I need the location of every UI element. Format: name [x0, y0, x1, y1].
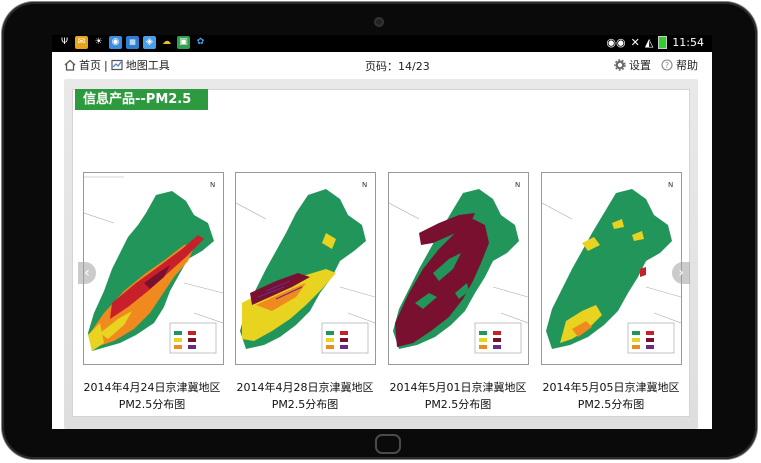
pm25-map-image: N — [83, 176, 224, 354]
svg-text:?: ? — [665, 61, 669, 70]
map-card[interactable]: N — [388, 172, 529, 365]
battery-icon — [658, 36, 668, 49]
tablet-frame: Ψ ✉ ☀ ◉ ▦ ◈ ☁ ▣ ✿ ◉◉ ✕ ◭ 11:54 首页 | 地图工具… — [2, 2, 757, 459]
map-caption: 2014年4月24日京津冀地区 PM2.5分布图 — [67, 379, 237, 413]
caption-line-1: 2014年5月05日京津冀地区 — [542, 381, 680, 394]
home-label: 首页 — [79, 59, 101, 72]
pm25-map-image: N — [388, 181, 529, 354]
map-caption: 2014年4月28日京津冀地区 PM2.5分布图 — [220, 379, 390, 413]
app-toolbar: 首页 | 地图工具 页码：14/23 设置 ? 帮助 — [52, 52, 712, 76]
svg-text:N: N — [668, 181, 673, 189]
next-page-button[interactable]: › — [672, 262, 690, 284]
toolbar-left: 首页 | 地图工具 — [64, 57, 170, 73]
caption-line-1: 2014年4月24日京津冀地区 — [83, 381, 221, 394]
content-area: 信息产品--PM2.5 N 2014年4月24日京津冀地区 PM2.5分布图 N… — [64, 79, 698, 429]
chevron-left-icon: ‹ — [84, 265, 90, 281]
svg-text:N: N — [210, 181, 215, 189]
caption-line-1: 2014年4月28日京津冀地区 — [236, 381, 374, 394]
butterfly-icon: ✿ — [196, 37, 205, 47]
status-right: ◉◉ ✕ ◭ 11:54 — [606, 36, 704, 49]
home-nav[interactable]: 首页 — [64, 57, 101, 73]
cloud-icon: ☁ — [162, 37, 171, 47]
eye-icon: ◉◉ — [606, 36, 626, 49]
help-label: 帮助 — [676, 59, 698, 72]
help-icon: ? — [661, 59, 673, 71]
page-indicator: 页码：14/23 — [365, 60, 430, 73]
usb-icon: Ψ — [60, 37, 69, 47]
app-icon-4: ▣ — [177, 36, 190, 49]
headphone-app-icon: ✉ — [75, 36, 88, 49]
gear-icon — [614, 59, 626, 71]
caption-line-2: PM2.5分布图 — [424, 398, 492, 411]
svg-text:N: N — [515, 181, 520, 189]
status-left-icons: Ψ ✉ ☀ ◉ ▦ ◈ ☁ ▣ ✿ — [58, 36, 207, 49]
brightness-icon: ☀ — [94, 37, 103, 47]
map-card[interactable]: N — [235, 172, 376, 365]
pm25-map-image: N — [541, 181, 682, 354]
settings-label: 设置 — [629, 59, 651, 72]
map-card[interactable]: N — [541, 172, 682, 365]
front-camera — [374, 17, 384, 27]
settings-button[interactable]: 设置 — [614, 57, 651, 73]
help-button[interactable]: ? 帮助 — [661, 57, 698, 73]
map-card[interactable]: N — [83, 172, 224, 365]
caption-line-2: PM2.5分布图 — [118, 398, 186, 411]
status-time: 11:54 — [672, 36, 704, 49]
map-caption: 2014年5月05日京津冀地区 PM2.5分布图 — [526, 379, 696, 413]
pm25-map-image: N — [235, 181, 376, 354]
wifi-icon: ◭ — [644, 36, 654, 49]
status-bar: Ψ ✉ ☀ ◉ ▦ ◈ ☁ ▣ ✿ ◉◉ ✕ ◭ 11:54 — [52, 35, 712, 52]
screen: Ψ ✉ ☀ ◉ ▦ ◈ ☁ ▣ ✿ ◉◉ ✕ ◭ 11:54 首页 | 地图工具… — [52, 35, 712, 429]
app-icon-2: ▦ — [126, 36, 139, 49]
mute-icon: ✕ — [630, 36, 640, 49]
map-tools-nav[interactable]: 地图工具 — [111, 57, 170, 73]
app-icon-3: ◈ — [143, 36, 156, 49]
section-title: 信息产品--PM2.5 — [75, 89, 208, 110]
chevron-right-icon: › — [678, 265, 684, 281]
home-hardware-button[interactable] — [375, 434, 401, 454]
toolbar-right: 设置 ? 帮助 — [614, 57, 698, 73]
app-icon: ◉ — [109, 36, 122, 49]
caption-line-2: PM2.5分布图 — [577, 398, 645, 411]
caption-line-2: PM2.5分布图 — [271, 398, 339, 411]
caption-line-1: 2014年5月01日京津冀地区 — [389, 381, 527, 394]
home-icon — [64, 59, 76, 71]
toolbar-separator: | — [104, 58, 108, 72]
map-icon — [111, 59, 123, 71]
map-tools-label: 地图工具 — [125, 59, 170, 72]
svg-text:N: N — [362, 181, 367, 189]
map-caption: 2014年5月01日京津冀地区 PM2.5分布图 — [373, 379, 543, 413]
